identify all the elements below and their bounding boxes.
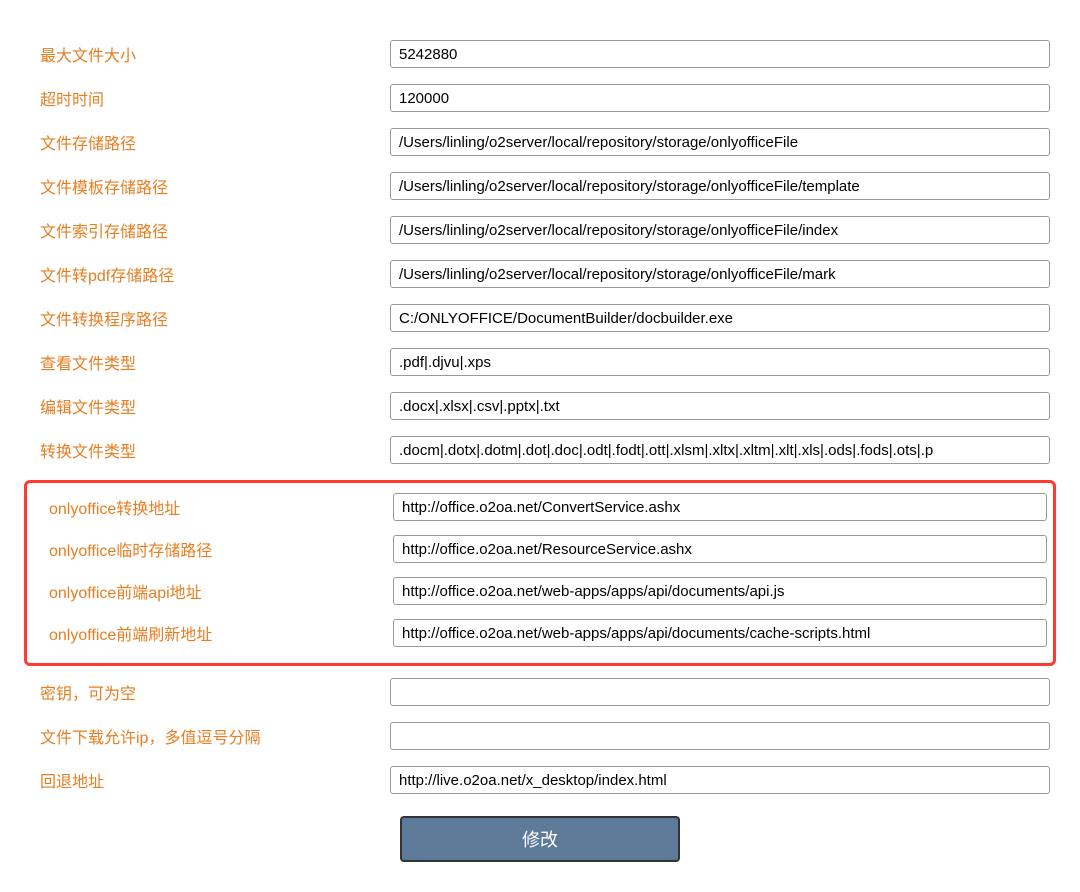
row-onlyoffice-temp-path: onlyoffice临时存储路径 [33, 535, 1047, 563]
input-onlyoffice-api-url[interactable] [393, 577, 1047, 605]
input-onlyoffice-temp-path[interactable] [393, 535, 1047, 563]
label-max-file-size: 最大文件大小 [30, 42, 390, 66]
label-onlyoffice-refresh-url: onlyoffice前端刷新地址 [33, 621, 393, 645]
input-onlyoffice-convert-url[interactable] [393, 493, 1047, 521]
row-allowed-ip: 文件下载允许ip，多值逗号分隔 [30, 722, 1050, 750]
label-file-storage-path: 文件存储路径 [30, 130, 390, 154]
submit-row: 修改 [30, 816, 1050, 862]
label-file-template-path: 文件模板存储路径 [30, 174, 390, 198]
label-file-index-path: 文件索引存储路径 [30, 218, 390, 242]
label-file-pdf-path: 文件转pdf存储路径 [30, 262, 390, 286]
label-secret-key: 密钥，可为空 [30, 680, 390, 704]
input-fallback-url[interactable] [390, 766, 1050, 794]
row-onlyoffice-api-url: onlyoffice前端api地址 [33, 577, 1047, 605]
row-edited-file-type: 编辑文件类型 [30, 392, 1050, 420]
row-converted-file-type: 转换文件类型 [30, 436, 1050, 464]
label-converted-file-type: 转换文件类型 [30, 438, 390, 462]
label-onlyoffice-convert-url: onlyoffice转换地址 [33, 495, 393, 519]
input-file-template-path[interactable] [390, 172, 1050, 200]
input-secret-key[interactable] [390, 678, 1050, 706]
label-timeout: 超时时间 [30, 86, 390, 110]
label-file-converter-path: 文件转换程序路径 [30, 306, 390, 330]
input-file-converter-path[interactable] [390, 304, 1050, 332]
row-file-template-path: 文件模板存储路径 [30, 172, 1050, 200]
row-file-converter-path: 文件转换程序路径 [30, 304, 1050, 332]
label-edited-file-type: 编辑文件类型 [30, 394, 390, 418]
row-max-file-size: 最大文件大小 [30, 40, 1050, 68]
input-timeout[interactable] [390, 84, 1050, 112]
row-onlyoffice-refresh-url: onlyoffice前端刷新地址 [33, 619, 1047, 647]
input-onlyoffice-refresh-url[interactable] [393, 619, 1047, 647]
highlight-onlyoffice-section: onlyoffice转换地址 onlyoffice临时存储路径 onlyoffi… [24, 480, 1056, 666]
label-allowed-ip: 文件下载允许ip，多值逗号分隔 [30, 724, 390, 748]
label-onlyoffice-temp-path: onlyoffice临时存储路径 [33, 537, 393, 561]
submit-button[interactable]: 修改 [400, 816, 680, 862]
row-file-storage-path: 文件存储路径 [30, 128, 1050, 156]
input-edited-file-type[interactable] [390, 392, 1050, 420]
label-viewed-file-type: 查看文件类型 [30, 350, 390, 374]
input-file-pdf-path[interactable] [390, 260, 1050, 288]
row-secret-key: 密钥，可为空 [30, 678, 1050, 706]
input-allowed-ip[interactable] [390, 722, 1050, 750]
row-viewed-file-type: 查看文件类型 [30, 348, 1050, 376]
label-fallback-url: 回退地址 [30, 768, 390, 792]
row-onlyoffice-convert-url: onlyoffice转换地址 [33, 493, 1047, 521]
label-onlyoffice-api-url: onlyoffice前端api地址 [33, 579, 393, 603]
input-file-storage-path[interactable] [390, 128, 1050, 156]
row-fallback-url: 回退地址 [30, 766, 1050, 794]
row-file-index-path: 文件索引存储路径 [30, 216, 1050, 244]
row-file-pdf-path: 文件转pdf存储路径 [30, 260, 1050, 288]
input-max-file-size[interactable] [390, 40, 1050, 68]
input-viewed-file-type[interactable] [390, 348, 1050, 376]
input-converted-file-type[interactable] [390, 436, 1050, 464]
row-timeout: 超时时间 [30, 84, 1050, 112]
input-file-index-path[interactable] [390, 216, 1050, 244]
